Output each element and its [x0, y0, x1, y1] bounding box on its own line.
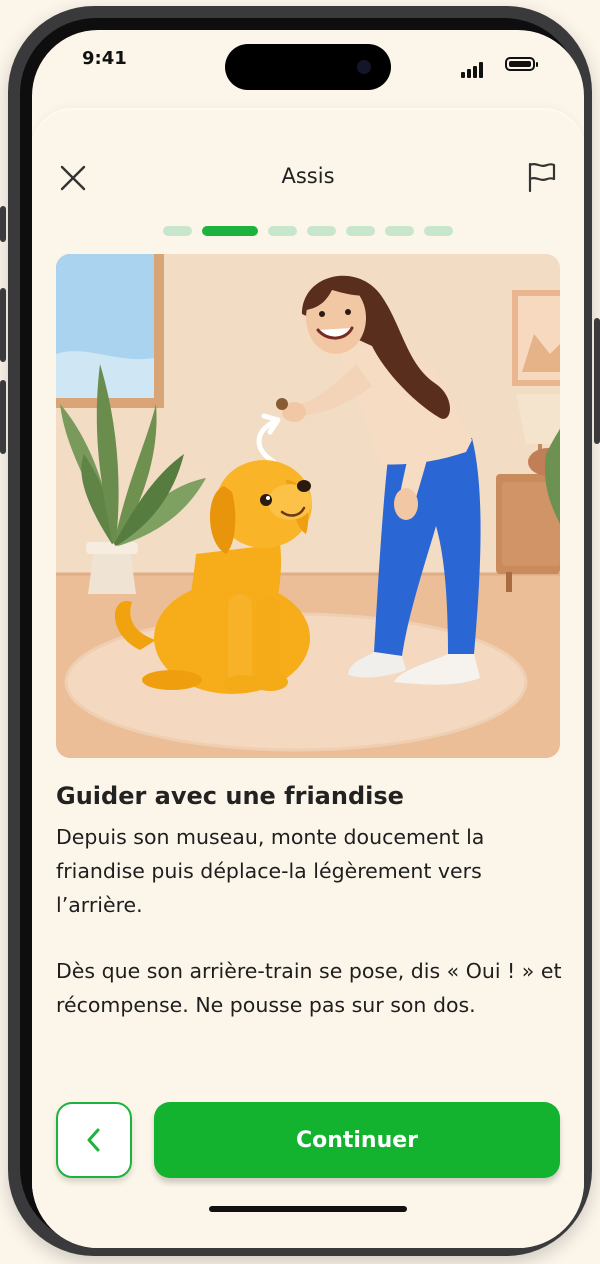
home-indicator [209, 1206, 407, 1212]
battery-icon [505, 57, 538, 71]
progress-step [268, 226, 297, 236]
chevron-left-icon [87, 1128, 100, 1152]
progress-step [163, 226, 192, 236]
instruction-paragraph-2: Dès que son arrière-train se pose, dis «… [56, 959, 562, 1017]
progress-step [307, 226, 336, 236]
action-button [0, 206, 6, 242]
step-headline: Guider avec une friandise [56, 782, 404, 810]
lesson-sheet: Assis Guider avec une friandise Depuis s… [32, 110, 584, 1248]
continue-button[interactable]: Continuer [154, 1102, 560, 1178]
step-progress [163, 226, 453, 236]
flag-icon[interactable] [524, 160, 558, 194]
instruction-paragraph-1: Depuis son museau, monte doucement la fr… [56, 825, 485, 917]
cellular-signal-icon [461, 62, 483, 78]
status-time: 9:41 [82, 48, 127, 69]
progress-step-active [202, 226, 258, 236]
power-button [594, 318, 600, 444]
phone-frame: 9:41 Assis Guider avec une friandise Dep… [0, 6, 600, 1256]
dynamic-island [225, 44, 391, 90]
volume-up-button [0, 288, 6, 362]
volume-down-button [0, 380, 6, 454]
screen: 9:41 Assis Guider avec une friandise Dep… [32, 30, 584, 1248]
training-illustration [56, 254, 560, 758]
progress-step [385, 226, 414, 236]
progress-step [346, 226, 375, 236]
back-button[interactable] [56, 1102, 132, 1178]
page-title: Assis [281, 164, 335, 188]
progress-step [424, 226, 453, 236]
